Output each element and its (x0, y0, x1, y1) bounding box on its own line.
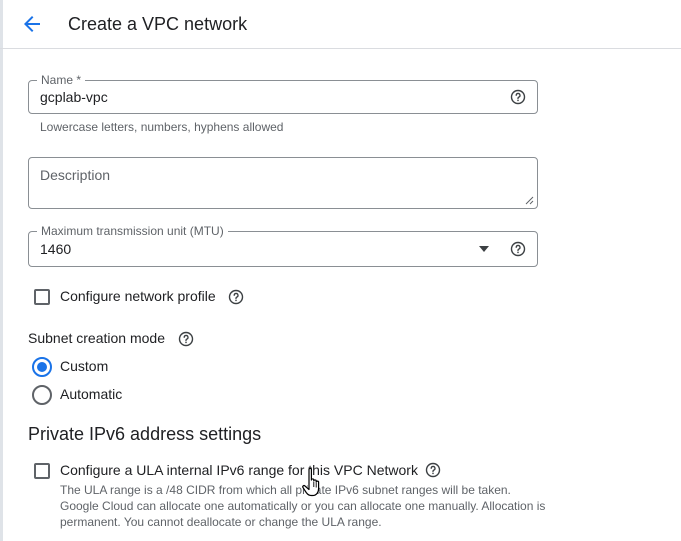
network-profile-checkbox[interactable] (34, 289, 50, 305)
network-profile-label[interactable]: Configure network profile (60, 288, 216, 304)
page-header: Create a VPC network (0, 0, 681, 49)
arrow-left-icon[interactable] (20, 12, 44, 36)
help-circle-icon[interactable] (510, 241, 526, 257)
radio-selected-dot (37, 362, 47, 372)
left-edge-strip (0, 0, 3, 541)
radio-custom-label[interactable]: Custom (60, 358, 108, 374)
resize-handle-icon[interactable] (525, 196, 534, 205)
ipv6-section-heading: Private IPv6 address settings (28, 424, 262, 444)
help-circle-icon[interactable] (178, 331, 194, 347)
radio-automatic[interactable] (32, 385, 52, 405)
name-field[interactable]: Name * gcplab-vpc (28, 73, 538, 114)
mtu-field-value[interactable]: 1460 (40, 241, 71, 257)
caret-down-icon[interactable] (479, 246, 489, 252)
radio-custom[interactable] (32, 357, 52, 377)
ula-ipv6-label[interactable]: Configure a ULA internal IPv6 range for … (60, 462, 418, 478)
description-field[interactable]: Description (28, 157, 538, 209)
radio-automatic-label[interactable]: Automatic (60, 386, 122, 402)
name-field-value[interactable]: gcplab-vpc (40, 89, 108, 105)
name-hint: Lowercase letters, numbers, hyphens allo… (40, 120, 284, 134)
name-field-label: Name * (37, 73, 86, 87)
description-placeholder: Description (40, 167, 111, 183)
help-circle-icon[interactable] (228, 289, 244, 305)
mtu-select[interactable]: Maximum transmission unit (MTU) 1460 (28, 224, 538, 267)
help-circle-icon[interactable] (510, 89, 526, 105)
hand-cursor-icon (302, 467, 320, 497)
page-title: Create a VPC network (68, 14, 248, 34)
help-circle-icon[interactable] (425, 462, 441, 478)
ula-ipv6-checkbox[interactable] (34, 463, 50, 479)
subnet-mode-label: Subnet creation mode (28, 330, 165, 346)
mtu-field-label: Maximum transmission unit (MTU) (37, 224, 228, 238)
